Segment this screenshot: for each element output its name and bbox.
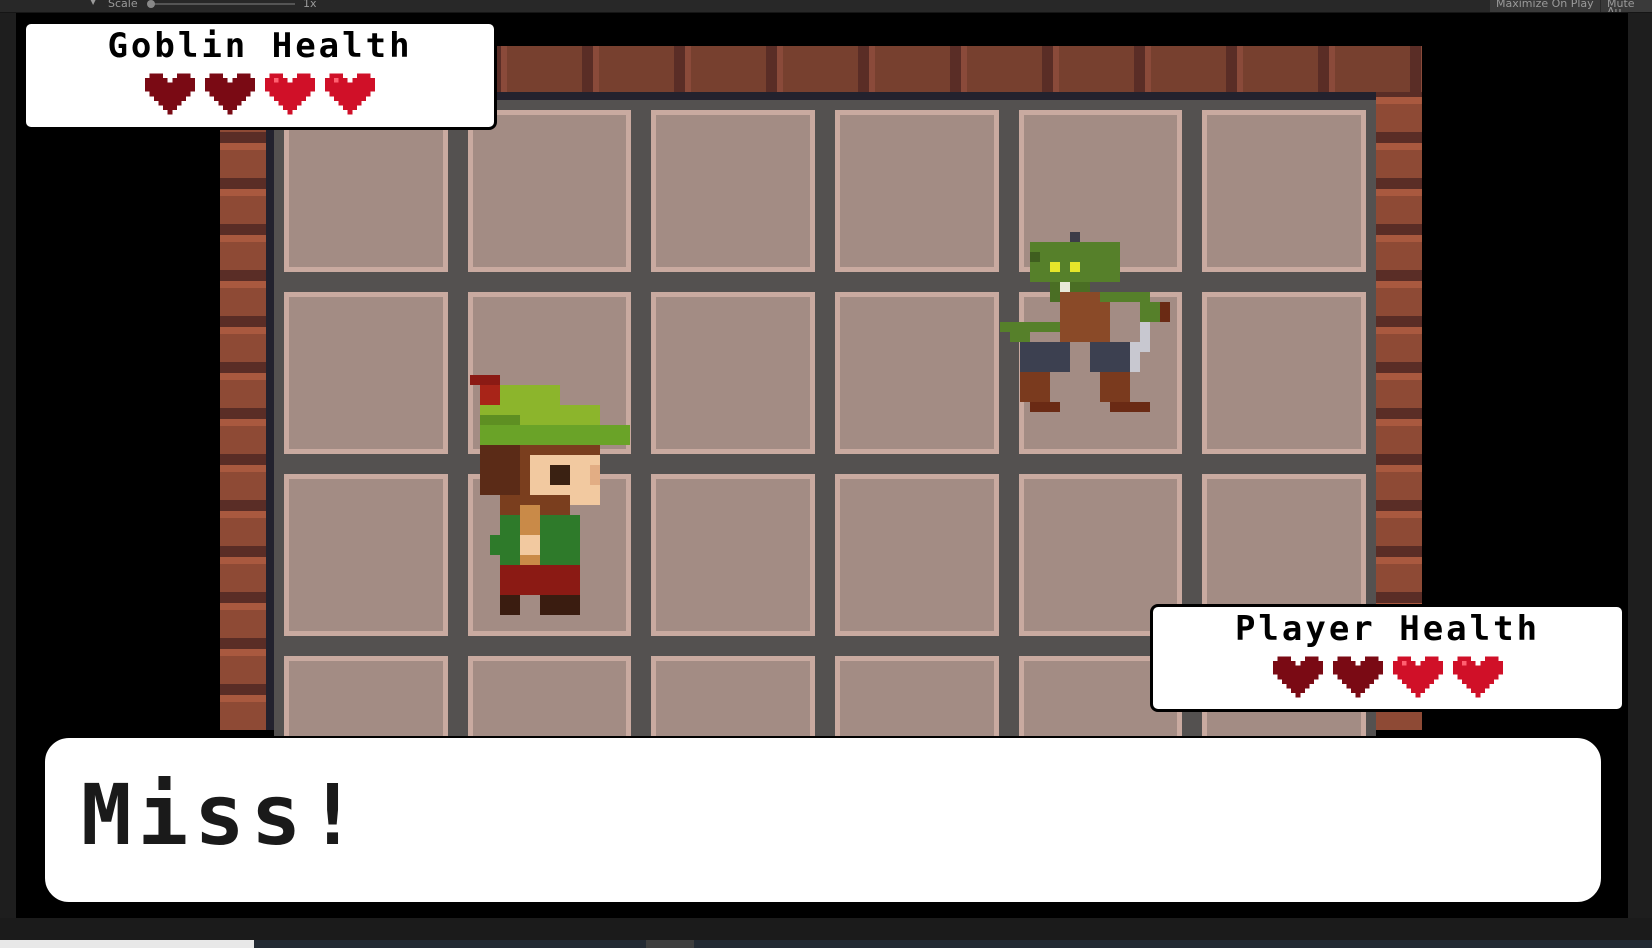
- scale-slider-track[interactable]: [150, 3, 295, 5]
- floor-tile: [825, 464, 1009, 646]
- heart-icon: [325, 73, 375, 115]
- heart-icon: [265, 73, 315, 115]
- maximize-on-play-button[interactable]: Maximize On Play: [1490, 0, 1600, 12]
- editor-bottom-bar: [0, 918, 1652, 948]
- hero-archer-sprite: [470, 375, 630, 615]
- goblin-health-panel: Goblin Health: [23, 21, 497, 130]
- player-hearts: [1153, 655, 1622, 699]
- scale-value: 1x: [303, 0, 317, 10]
- floor-tile: [641, 464, 825, 646]
- floor-tile: [1192, 100, 1376, 282]
- floor-tile: [825, 100, 1009, 282]
- heart-icon: [1452, 656, 1503, 698]
- goblin-health-title: Goblin Health: [107, 26, 413, 66]
- floor-tile: [641, 100, 825, 282]
- floor-tile: [274, 464, 458, 646]
- floor-tile: [1192, 282, 1376, 464]
- player-health-title: Player Health: [1234, 609, 1541, 649]
- mute-audio-button[interactable]: Mute Au: [1601, 0, 1652, 12]
- heart-icon: [1392, 656, 1443, 698]
- battle-message-text: Miss!: [81, 766, 364, 864]
- floor-tile: [825, 282, 1009, 464]
- battle-message-box: Miss!: [43, 736, 1603, 904]
- editor-scroll-handle[interactable]: [646, 940, 694, 948]
- editor-tab-strip: [254, 940, 1652, 948]
- goblin-hearts: [26, 72, 494, 116]
- heart-icon: [1272, 656, 1323, 698]
- goblin-enemy-sprite: [1000, 232, 1170, 412]
- heart-icon: [145, 73, 195, 115]
- scale-slider-handle[interactable]: [147, 0, 155, 8]
- editor-tab[interactable]: [0, 940, 254, 948]
- floor-tile: [641, 282, 825, 464]
- heart-icon: [1332, 656, 1383, 698]
- dropdown-arrow-icon[interactable]: ▼: [90, 0, 96, 6]
- scale-label: Scale: [108, 0, 138, 10]
- floor-tile: [274, 282, 458, 464]
- player-health-panel: Player Health: [1150, 604, 1625, 712]
- brick-wall-left: [220, 92, 266, 730]
- editor-toolbar: ▼ Scale 1x Maximize On Play Mute Au: [0, 0, 1652, 13]
- heart-icon: [205, 73, 255, 115]
